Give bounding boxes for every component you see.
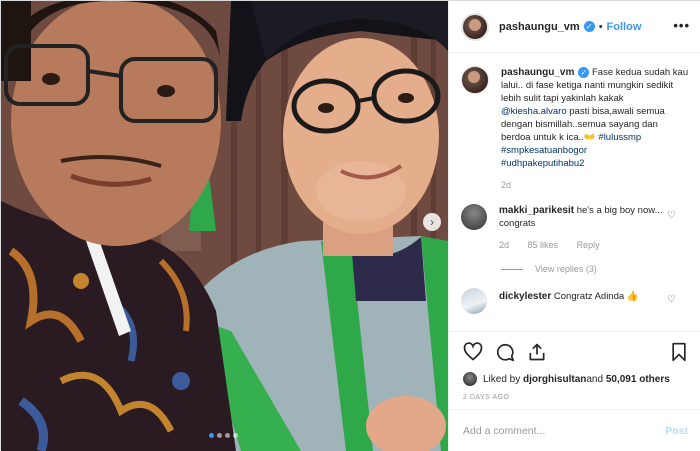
post-side-panel: pashaungu_vm ✓ • Follow ••• pashaungu_vm…	[448, 1, 700, 451]
comment-icon[interactable]	[495, 342, 515, 362]
comment-username[interactable]: dickylester	[499, 291, 551, 302]
reply-button[interactable]: Reply	[577, 240, 600, 250]
carousel-dot	[233, 433, 238, 438]
view-replies-label: View replies (3)	[535, 264, 597, 274]
hashtag-link[interactable]: #udhpakeputihabu2	[501, 158, 584, 169]
instagram-post-window: › pashaungu_vm ✓ • Follow ••• pashaungu_…	[0, 0, 700, 451]
carousel-dot	[217, 433, 222, 438]
commenter-avatar[interactable]	[461, 288, 487, 314]
share-icon[interactable]	[527, 342, 547, 362]
add-comment-bar: Post	[449, 409, 700, 451]
caption-emoji: 👐	[583, 132, 596, 143]
verified-badge-icon: ✓	[583, 21, 595, 32]
comment-meta: 2d 85 likes Reply	[499, 239, 690, 252]
comment-username[interactable]: makki_parikesit	[499, 205, 574, 216]
liker-username[interactable]: djorghisultan	[523, 374, 586, 385]
caption-username[interactable]: pashaungu_vm	[501, 67, 574, 78]
comment-body: makki_parikesit he's a big boy now... co…	[499, 204, 690, 252]
carousel-dot	[225, 433, 230, 438]
comment-text: Congratz Adinda	[551, 291, 627, 302]
post-photo[interactable]: ›	[1, 1, 448, 451]
likes-middle: and	[586, 373, 604, 385]
caption-avatar[interactable]	[461, 66, 489, 94]
post-comment-button[interactable]: Post	[665, 425, 688, 437]
action-bar	[463, 340, 688, 364]
caption-body: pashaungu_vm ✓ Fase kedua sudah kau lalui…	[501, 66, 690, 192]
post-header: pashaungu_vm ✓ • Follow •••	[449, 1, 700, 53]
liker-avatar[interactable]	[463, 372, 477, 386]
caption-mention-link[interactable]: @kiesha.alvaro	[501, 106, 567, 117]
more-options-icon[interactable]: •••	[673, 18, 690, 33]
heart-icon[interactable]: ♡	[667, 210, 676, 221]
comment-time[interactable]: 2d	[499, 240, 509, 250]
carousel-dot	[209, 433, 214, 438]
comment-row: dickylester Congratz Adinda 👍 ♡	[461, 288, 690, 314]
comment-row: makki_parikesit he's a big boy now... co…	[461, 204, 690, 252]
caption-row: pashaungu_vm ✓ Fase kedua sudah kau lalui…	[461, 66, 690, 192]
comment-body: dickylester Congratz Adinda 👍	[499, 290, 690, 303]
heart-icon[interactable]: ♡	[667, 294, 676, 305]
likes-count[interactable]: 50,091 others	[606, 374, 670, 385]
chevron-right-icon: ›	[430, 215, 434, 229]
bookmark-icon[interactable]	[670, 342, 688, 362]
comment-likes[interactable]: 85 likes	[528, 240, 559, 250]
verified-badge-icon: ✓	[578, 67, 590, 78]
carousel-dots	[209, 433, 238, 438]
hashtag-link[interactable]: #lulussmp	[598, 132, 641, 143]
caption-time[interactable]: 2d	[501, 180, 511, 190]
follow-button[interactable]: Follow	[607, 21, 642, 33]
hashtag-link[interactable]: #smpkesatuanbogor	[501, 145, 587, 156]
comment-input[interactable]	[463, 424, 666, 437]
header-separator: •	[598, 20, 603, 33]
post-timestamp[interactable]: 2 DAYS AGO	[463, 394, 688, 401]
caption-meta: 2d	[501, 179, 690, 192]
post-actions: Liked by djorghisultan and 50,091 others…	[449, 331, 700, 421]
graduation-selfie-image	[1, 1, 448, 451]
likes-prefix: Liked by	[483, 373, 521, 385]
view-replies-button[interactable]: View replies (3)	[501, 264, 690, 274]
heart-icon[interactable]	[463, 342, 483, 362]
author-avatar[interactable]	[461, 12, 489, 41]
commenter-avatar[interactable]	[461, 204, 487, 230]
carousel-next-button[interactable]: ›	[423, 213, 441, 231]
comment-emoji: 👍	[626, 291, 639, 302]
likes-summary: Liked by djorghisultan and 50,091 others	[463, 372, 688, 386]
comments-list[interactable]: pashaungu_vm ✓ Fase kedua sudah kau lalui…	[449, 54, 700, 331]
replies-divider	[501, 268, 523, 270]
author-username[interactable]: pashaungu_vm	[499, 21, 580, 33]
